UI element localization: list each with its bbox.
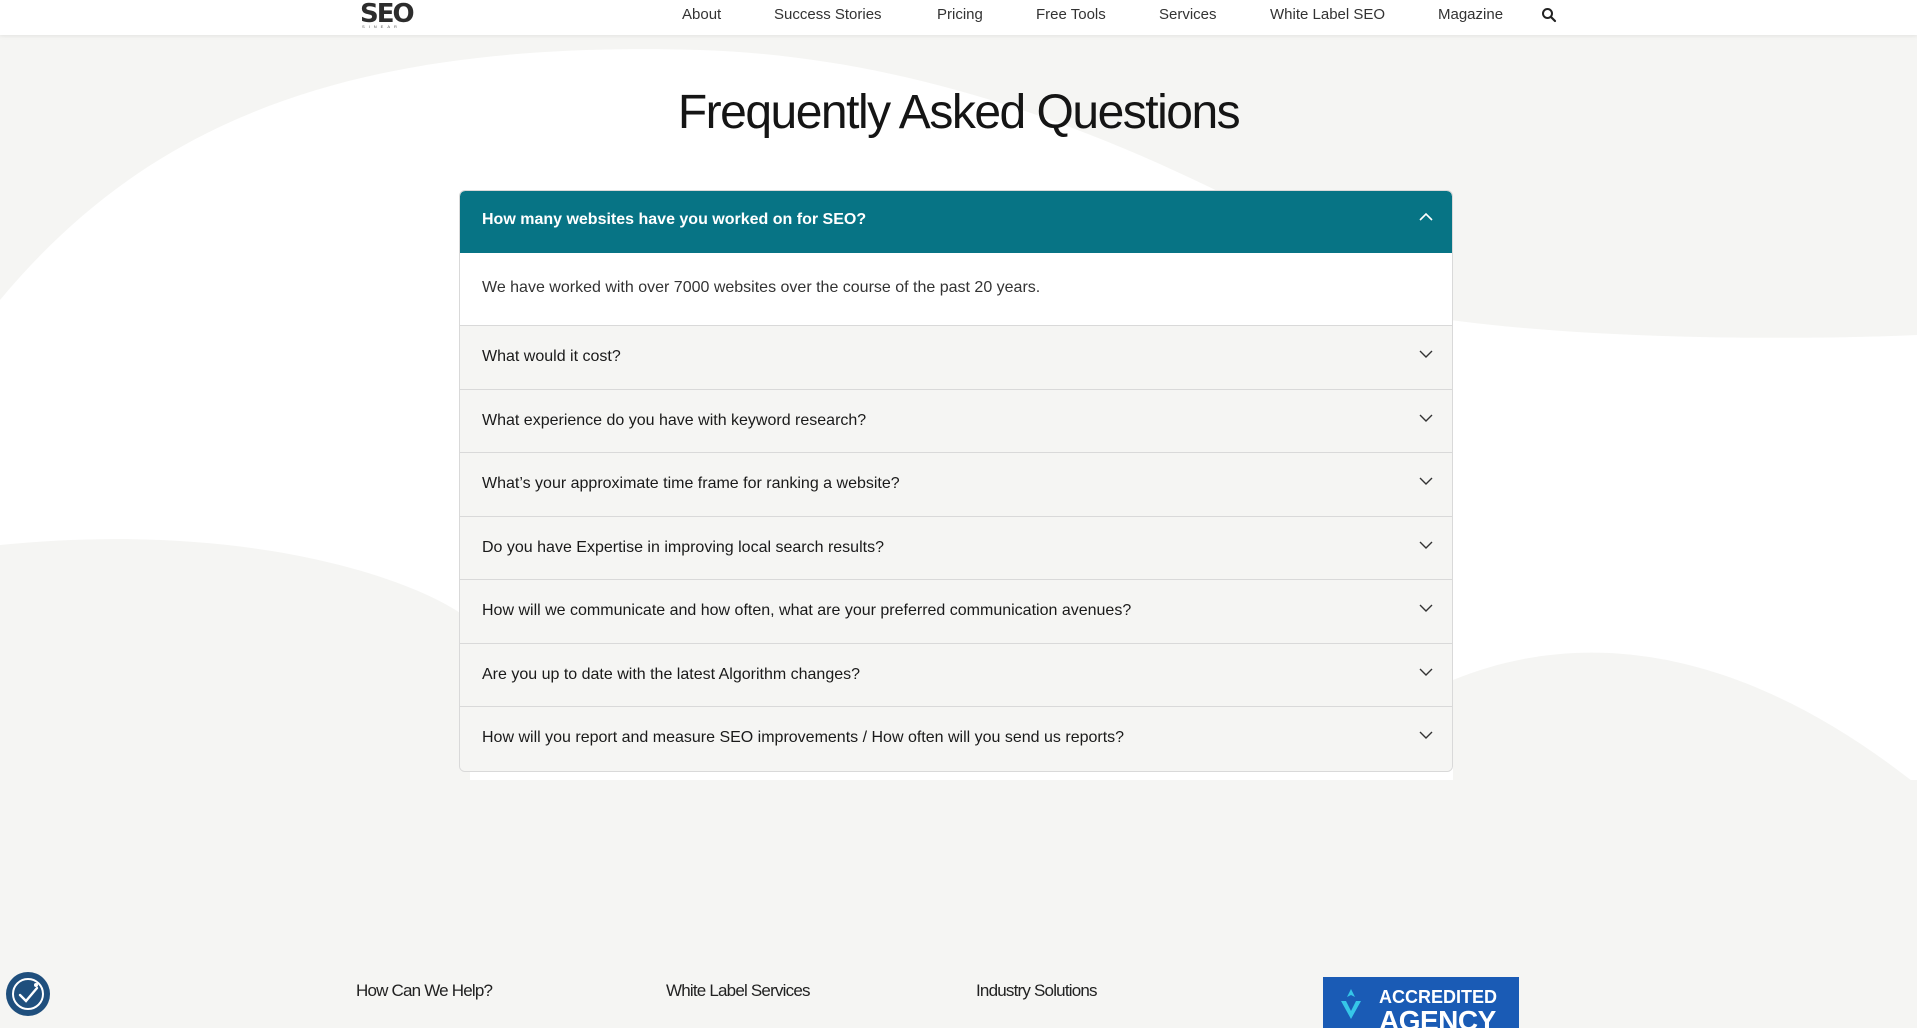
faq-question: Do you have Expertise in improving local…	[482, 538, 884, 556]
faq-item[interactable]: What’s your approximate time frame for r…	[460, 453, 1452, 517]
faq-question: What would it cost?	[482, 348, 621, 365]
chevron-up-icon[interactable]	[1418, 211, 1434, 223]
faq-item[interactable]: What would it cost?	[460, 326, 1452, 390]
faq-accordion: How many websites have you worked on for…	[459, 190, 1453, 772]
faq-item[interactable]: How will we communicate and how often, w…	[460, 580, 1452, 644]
nav-services[interactable]: Services	[1159, 5, 1217, 25]
nav-free-tools[interactable]: Free Tools	[1036, 5, 1106, 25]
faq-question: Are you up to date with the latest Algor…	[482, 665, 861, 683]
badge-line-2: AGENCY	[1379, 1005, 1496, 1028]
chevron-down-icon[interactable]	[1418, 602, 1434, 614]
faq-answer-text: We have worked with over 7000 websites o…	[482, 279, 1041, 296]
accessibility-icon	[12, 978, 44, 1010]
agency-badge-icon	[1341, 989, 1361, 1019]
faq-item[interactable]: Do you have Expertise in improving local…	[460, 516, 1452, 580]
chevron-down-icon[interactable]	[1418, 412, 1434, 424]
faq-item-open[interactable]: How many websites have you worked on for…	[460, 191, 1452, 253]
footer-industry-solutions[interactable]: Industry Solutions	[976, 981, 1098, 1001]
top-navigation-bar: SEO SINEAR About Success Stories Pricing…	[0, 0, 1917, 35]
chevron-down-icon[interactable]	[1418, 348, 1434, 360]
nav-pricing[interactable]: Pricing	[937, 5, 983, 25]
accredited-agency-badge[interactable]: ACCREDITED AGENCY	[1323, 977, 1519, 1028]
nav-success-stories[interactable]: Success Stories	[774, 5, 882, 25]
faq-question: What’s your approximate time frame for r…	[482, 475, 900, 492]
chevron-down-icon[interactable]	[1418, 666, 1434, 678]
faq-question: How will you report and measure SEO impr…	[482, 729, 1125, 746]
accessibility-button[interactable]	[6, 972, 50, 1016]
page-title: Frequently Asked Questions	[677, 86, 1241, 139]
faq-item[interactable]: What experience do you have with keyword…	[460, 389, 1452, 453]
nav-white-label-seo[interactable]: White Label SEO	[1270, 5, 1385, 25]
footer-white-label-services[interactable]: White Label Services	[666, 981, 810, 1001]
nav-magazine[interactable]: Magazine	[1438, 5, 1503, 25]
footer-how-can-we-help[interactable]: How Can We Help?	[356, 981, 493, 1001]
faq-answer: We have worked with over 7000 websites o…	[460, 253, 1452, 326]
faq-question: What experience do you have with keyword…	[482, 411, 867, 429]
logo-subtext: SINEAR	[362, 24, 401, 29]
faq-item[interactable]: How will you report and measure SEO impr…	[460, 707, 1452, 771]
nav-about[interactable]: About	[682, 5, 721, 25]
chevron-down-icon[interactable]	[1418, 475, 1434, 487]
search-icon[interactable]	[1541, 7, 1557, 23]
faq-question: How will we communicate and how often, w…	[482, 602, 1132, 619]
faq-question: How many websites have you worked on for…	[482, 211, 867, 228]
chevron-down-icon[interactable]	[1418, 539, 1434, 551]
chevron-down-icon[interactable]	[1418, 729, 1434, 741]
faq-item[interactable]: Are you up to date with the latest Algor…	[460, 643, 1452, 707]
